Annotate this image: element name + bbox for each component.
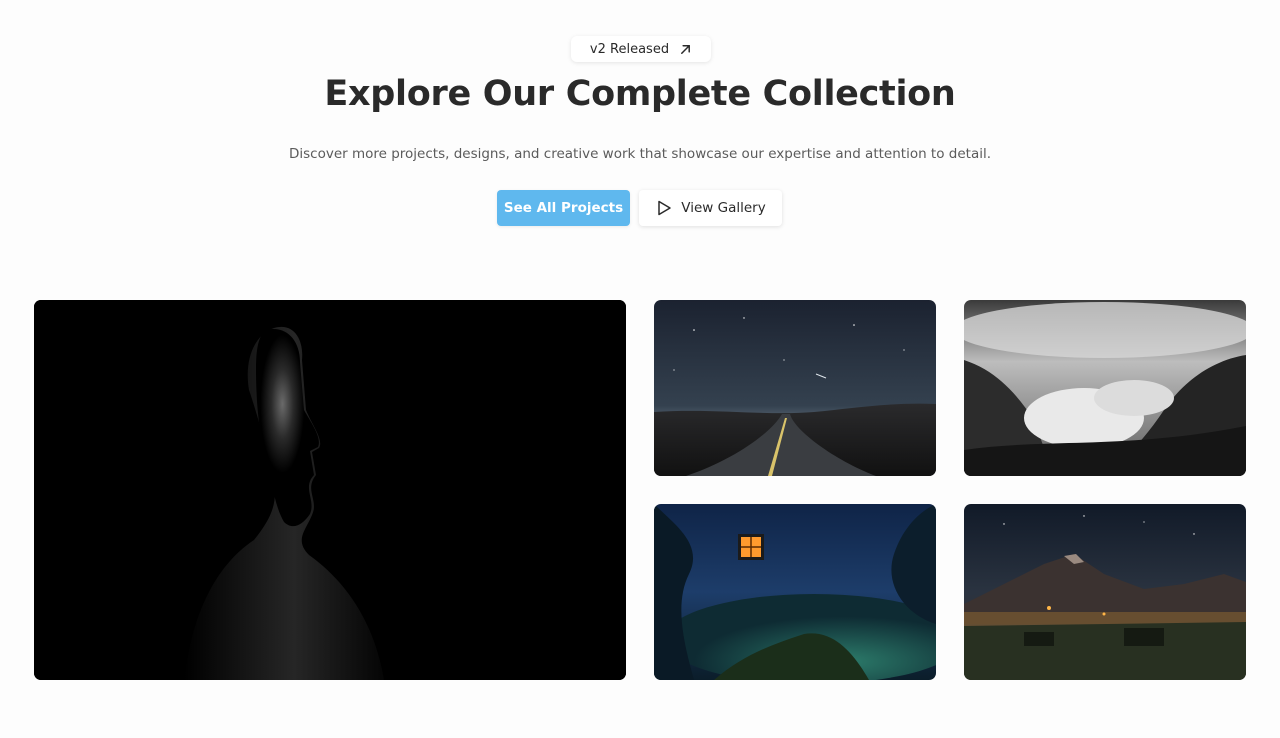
gallery-image-mountain-night[interactable]	[964, 504, 1246, 680]
gallery-image-night-road[interactable]	[654, 300, 936, 476]
release-badge-label: v2 Released	[589, 41, 670, 57]
play-icon	[658, 200, 672, 216]
gallery-image-forest-lantern[interactable]	[654, 504, 936, 680]
page-title: Explore Our Complete Collection	[324, 74, 956, 114]
view-gallery-label: View Gallery	[681, 200, 766, 216]
gallery-image-portrait[interactable]	[34, 300, 626, 680]
gallery-image-cloudy-mountains[interactable]	[964, 300, 1246, 476]
page-subtitle: Discover more projects, designs, and cre…	[288, 146, 992, 162]
see-all-projects-button[interactable]: See All Projects	[497, 190, 630, 226]
view-gallery-button[interactable]: View Gallery	[639, 190, 782, 226]
release-badge[interactable]: v2 Released	[571, 36, 711, 62]
arrow-up-right-icon	[681, 44, 691, 54]
